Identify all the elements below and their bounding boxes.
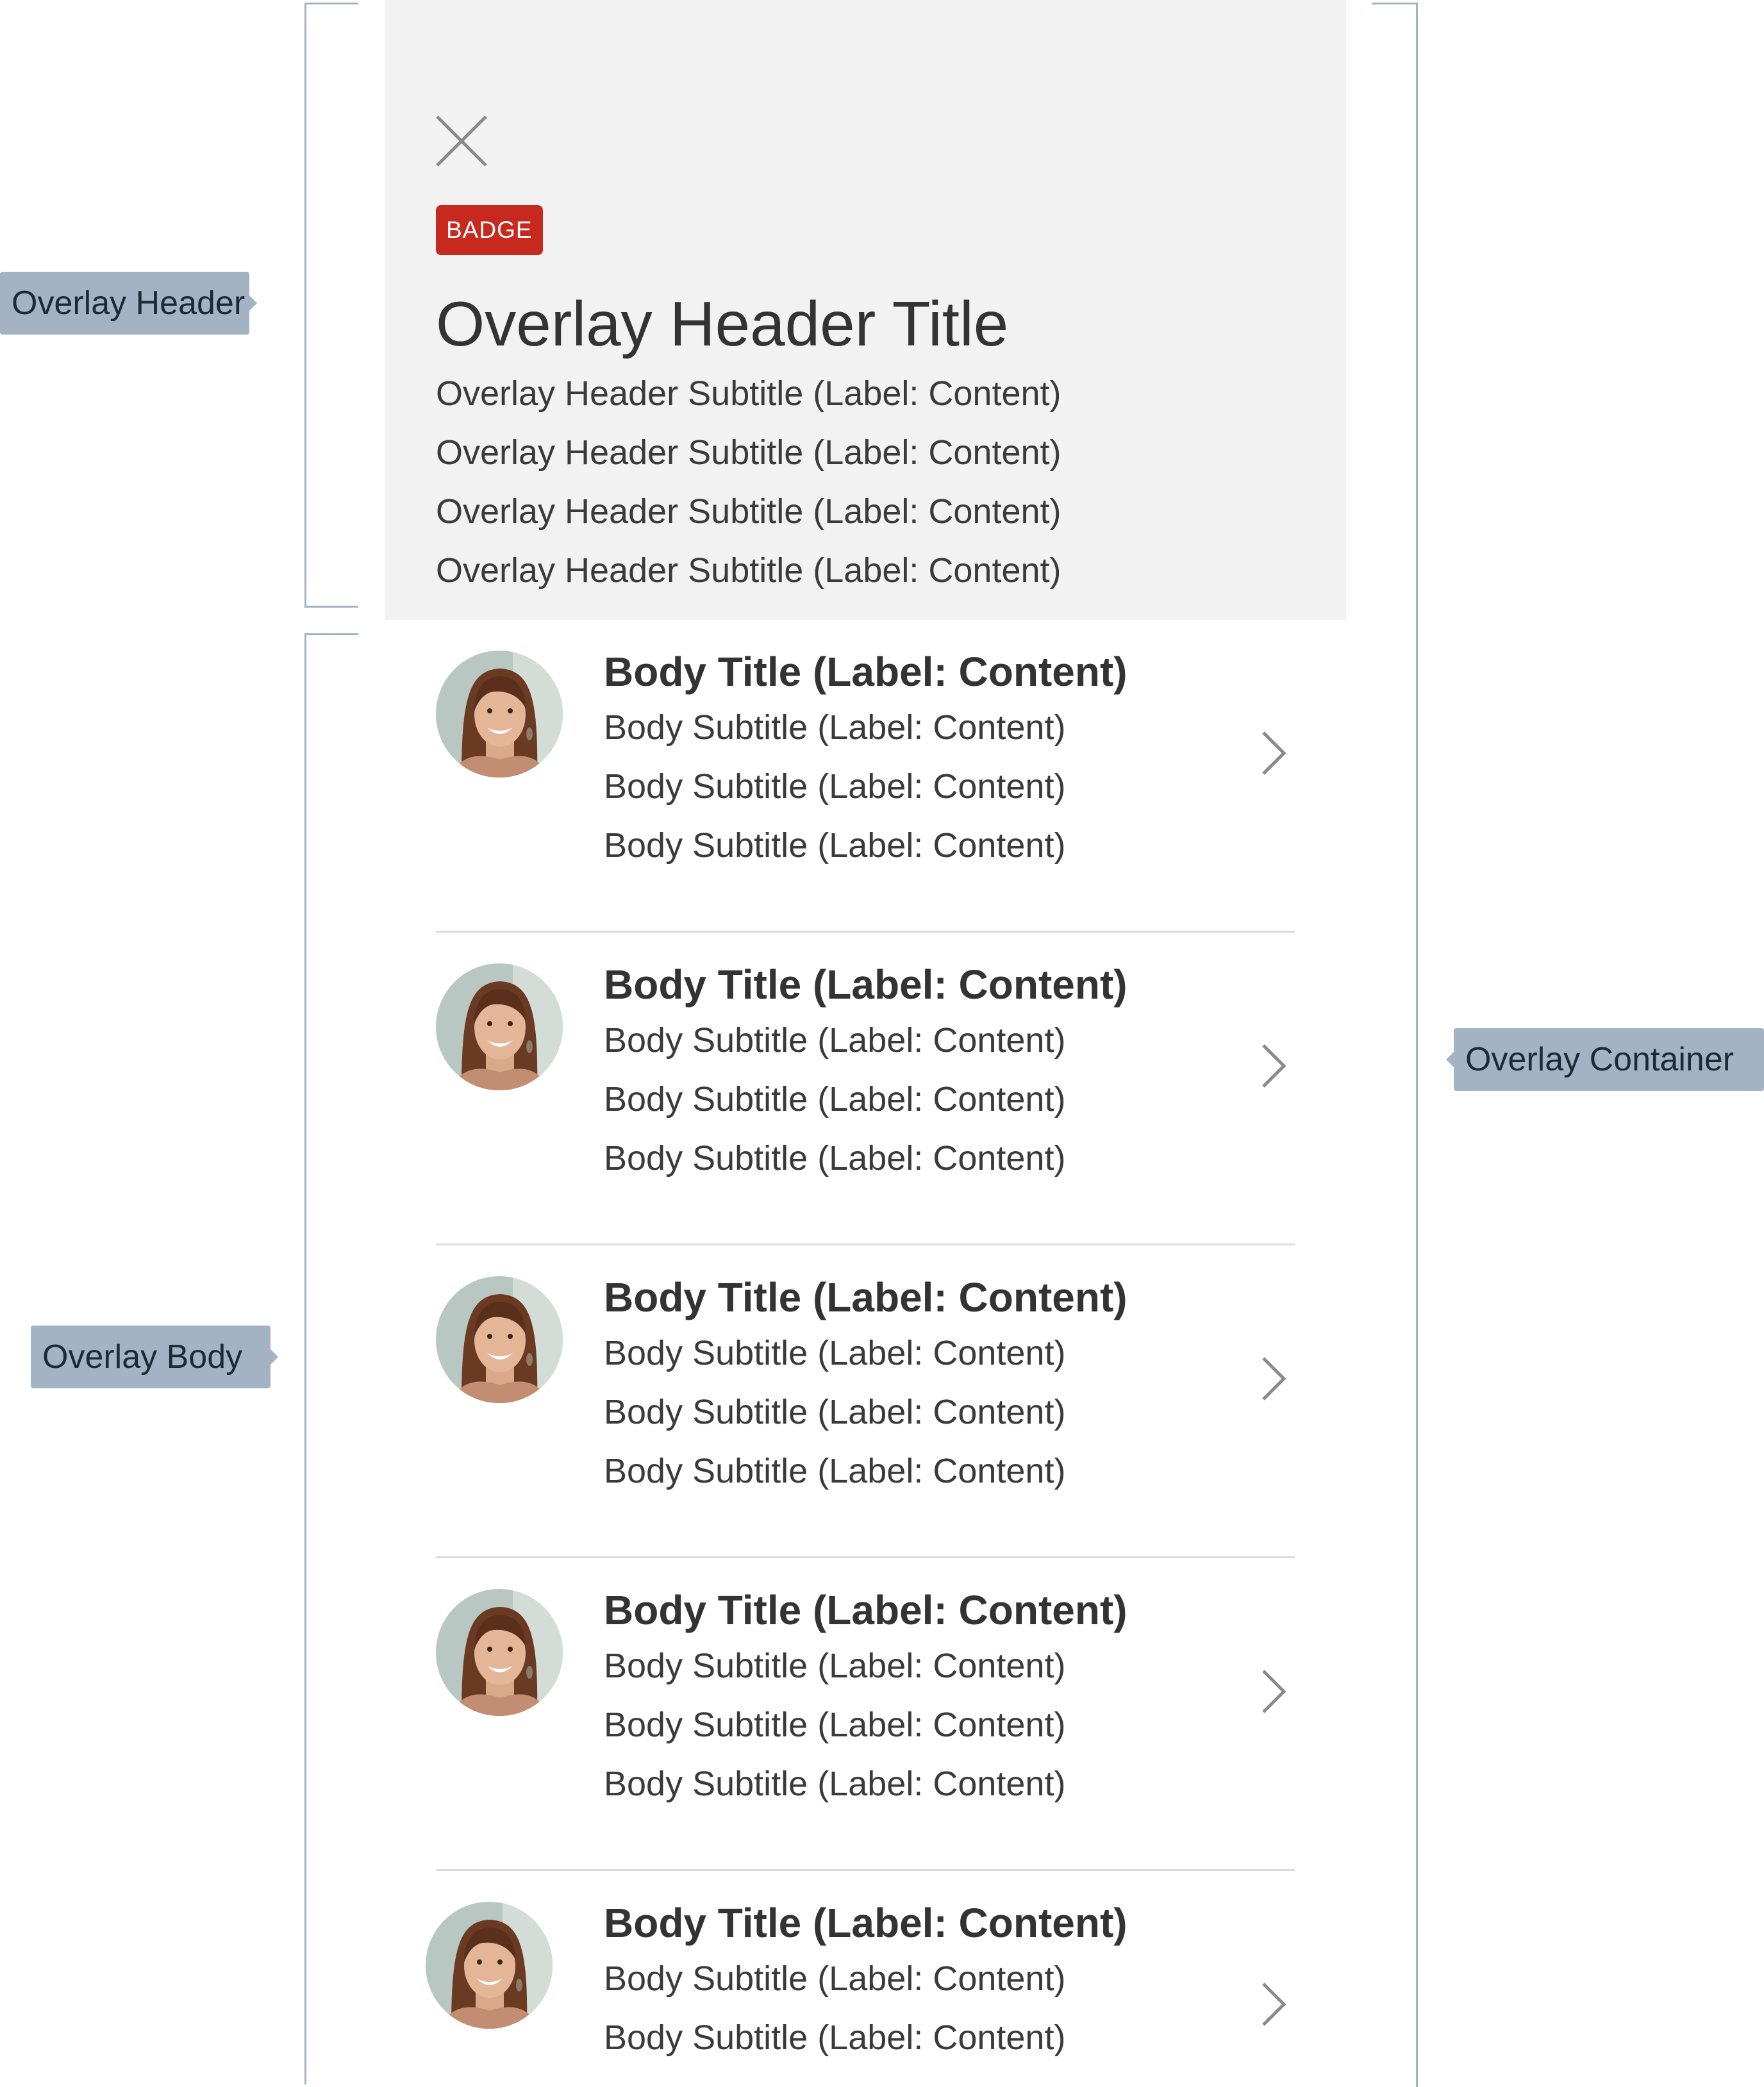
overlay-container-bracket — [1372, 3, 1418, 2087]
chevron-right-icon[interactable] — [1260, 1667, 1289, 1716]
list-item-text: Body Title (Label: Content) Body Subtitl… — [604, 645, 1127, 875]
body-subtitle: Body Subtitle (Label: Content) — [604, 708, 1066, 747]
chevron-right-icon[interactable] — [1260, 1042, 1289, 1090]
list-item[interactable]: Body Title (Label: Content) Body Subtitl… — [436, 620, 1295, 933]
avatar-photo — [436, 1276, 563, 1403]
body-title: Body Title (Label: Content) — [604, 649, 1127, 695]
list-item-text: Body Title (Label: Content) Body Subtitl… — [604, 958, 1127, 1188]
avatar — [436, 1276, 563, 1403]
body-subtitle: Body Subtitle (Label: Content) — [604, 1706, 1066, 1744]
body-subtitle: Body Subtitle (Label: Content) — [604, 1959, 1066, 1998]
body-title: Body Title (Label: Content) — [604, 961, 1127, 1008]
overlay-header-subtitle: Overlay Header Subtitle (Label: Content) — [436, 433, 1061, 472]
overlay-container-tag: Overlay Container — [1446, 1028, 1764, 1091]
body-subtitle: Body Subtitle (Label: Content) — [604, 767, 1066, 806]
body-subtitle: Body Subtitle (Label: Content) — [604, 1452, 1066, 1490]
body-subtitle: Body Subtitle (Label: Content) — [604, 2018, 1066, 2057]
close-icon — [436, 115, 487, 167]
body-title: Body Title (Label: Content) — [604, 1587, 1127, 1633]
list-item[interactable]: Body Title (Label: Content) Body Subtitl… — [436, 1558, 1295, 1871]
avatar — [436, 963, 563, 1090]
list-item[interactable]: Body Title (Label: Content) Body Subtitl… — [436, 1245, 1295, 1558]
body-subtitle: Body Subtitle (Label: Content) — [604, 1765, 1066, 1803]
overlay-header-subtitle: Overlay Header Subtitle (Label: Content) — [436, 551, 1061, 590]
avatar-photo — [436, 651, 563, 777]
chevron-right-icon[interactable] — [1260, 729, 1289, 777]
body-title: Body Title (Label: Content) — [604, 1274, 1127, 1320]
list-item[interactable]: Body Title (Label: Content) Body Subtitl… — [436, 933, 1295, 1245]
overlay-body-tag: Overlay Body — [31, 1326, 278, 1388]
overlay-header-bracket — [304, 3, 358, 608]
overlay-header-subtitle: Overlay Header Subtitle (Label: Content) — [436, 374, 1061, 413]
overlay-header: BADGE Overlay Header Title Overlay Heade… — [385, 0, 1346, 620]
body-subtitle: Body Subtitle (Label: Content) — [604, 1647, 1066, 1685]
overlay-body-bracket — [304, 633, 358, 2084]
avatar-photo — [426, 1902, 553, 2029]
body-subtitle: Body Subtitle (Label: Content) — [604, 1393, 1066, 1431]
avatar-photo — [436, 1589, 563, 1716]
overlay-header-subtitles: Overlay Header Subtitle (Label: Content)… — [436, 364, 1061, 600]
close-button[interactable] — [435, 114, 488, 168]
overlay-header-subtitle: Overlay Header Subtitle (Label: Content) — [436, 492, 1061, 531]
overlay-header-title: Overlay Header Title — [436, 288, 1009, 359]
body-subtitle: Body Subtitle (Label: Content) — [604, 1334, 1066, 1372]
body-subtitle: Body Subtitle (Label: Content) — [604, 1080, 1066, 1118]
status-badge: BADGE — [436, 205, 543, 255]
body-subtitle: Body Subtitle (Label: Content) — [604, 1021, 1066, 1060]
list-item-text: Body Title (Label: Content) Body Subtitl… — [604, 1584, 1127, 1813]
chevron-right-icon[interactable] — [1260, 1980, 1289, 2029]
avatar — [426, 1902, 553, 2029]
chevron-right-icon[interactable] — [1260, 1354, 1289, 1403]
list-item-text: Body Title (Label: Content) Body Subtitl… — [604, 1897, 1127, 2067]
avatar — [436, 651, 563, 777]
list-item-text: Body Title (Label: Content) Body Subtitl… — [604, 1271, 1127, 1501]
avatar — [436, 1589, 563, 1716]
body-subtitle: Body Subtitle (Label: Content) — [604, 826, 1066, 865]
overlay-header-tag: Overlay Header — [0, 272, 257, 335]
list-item[interactable]: Body Title (Label: Content) Body Subtitl… — [426, 1871, 1295, 2084]
avatar-photo — [436, 963, 563, 1090]
body-title: Body Title (Label: Content) — [604, 1900, 1127, 1946]
body-subtitle: Body Subtitle (Label: Content) — [604, 1139, 1066, 1177]
